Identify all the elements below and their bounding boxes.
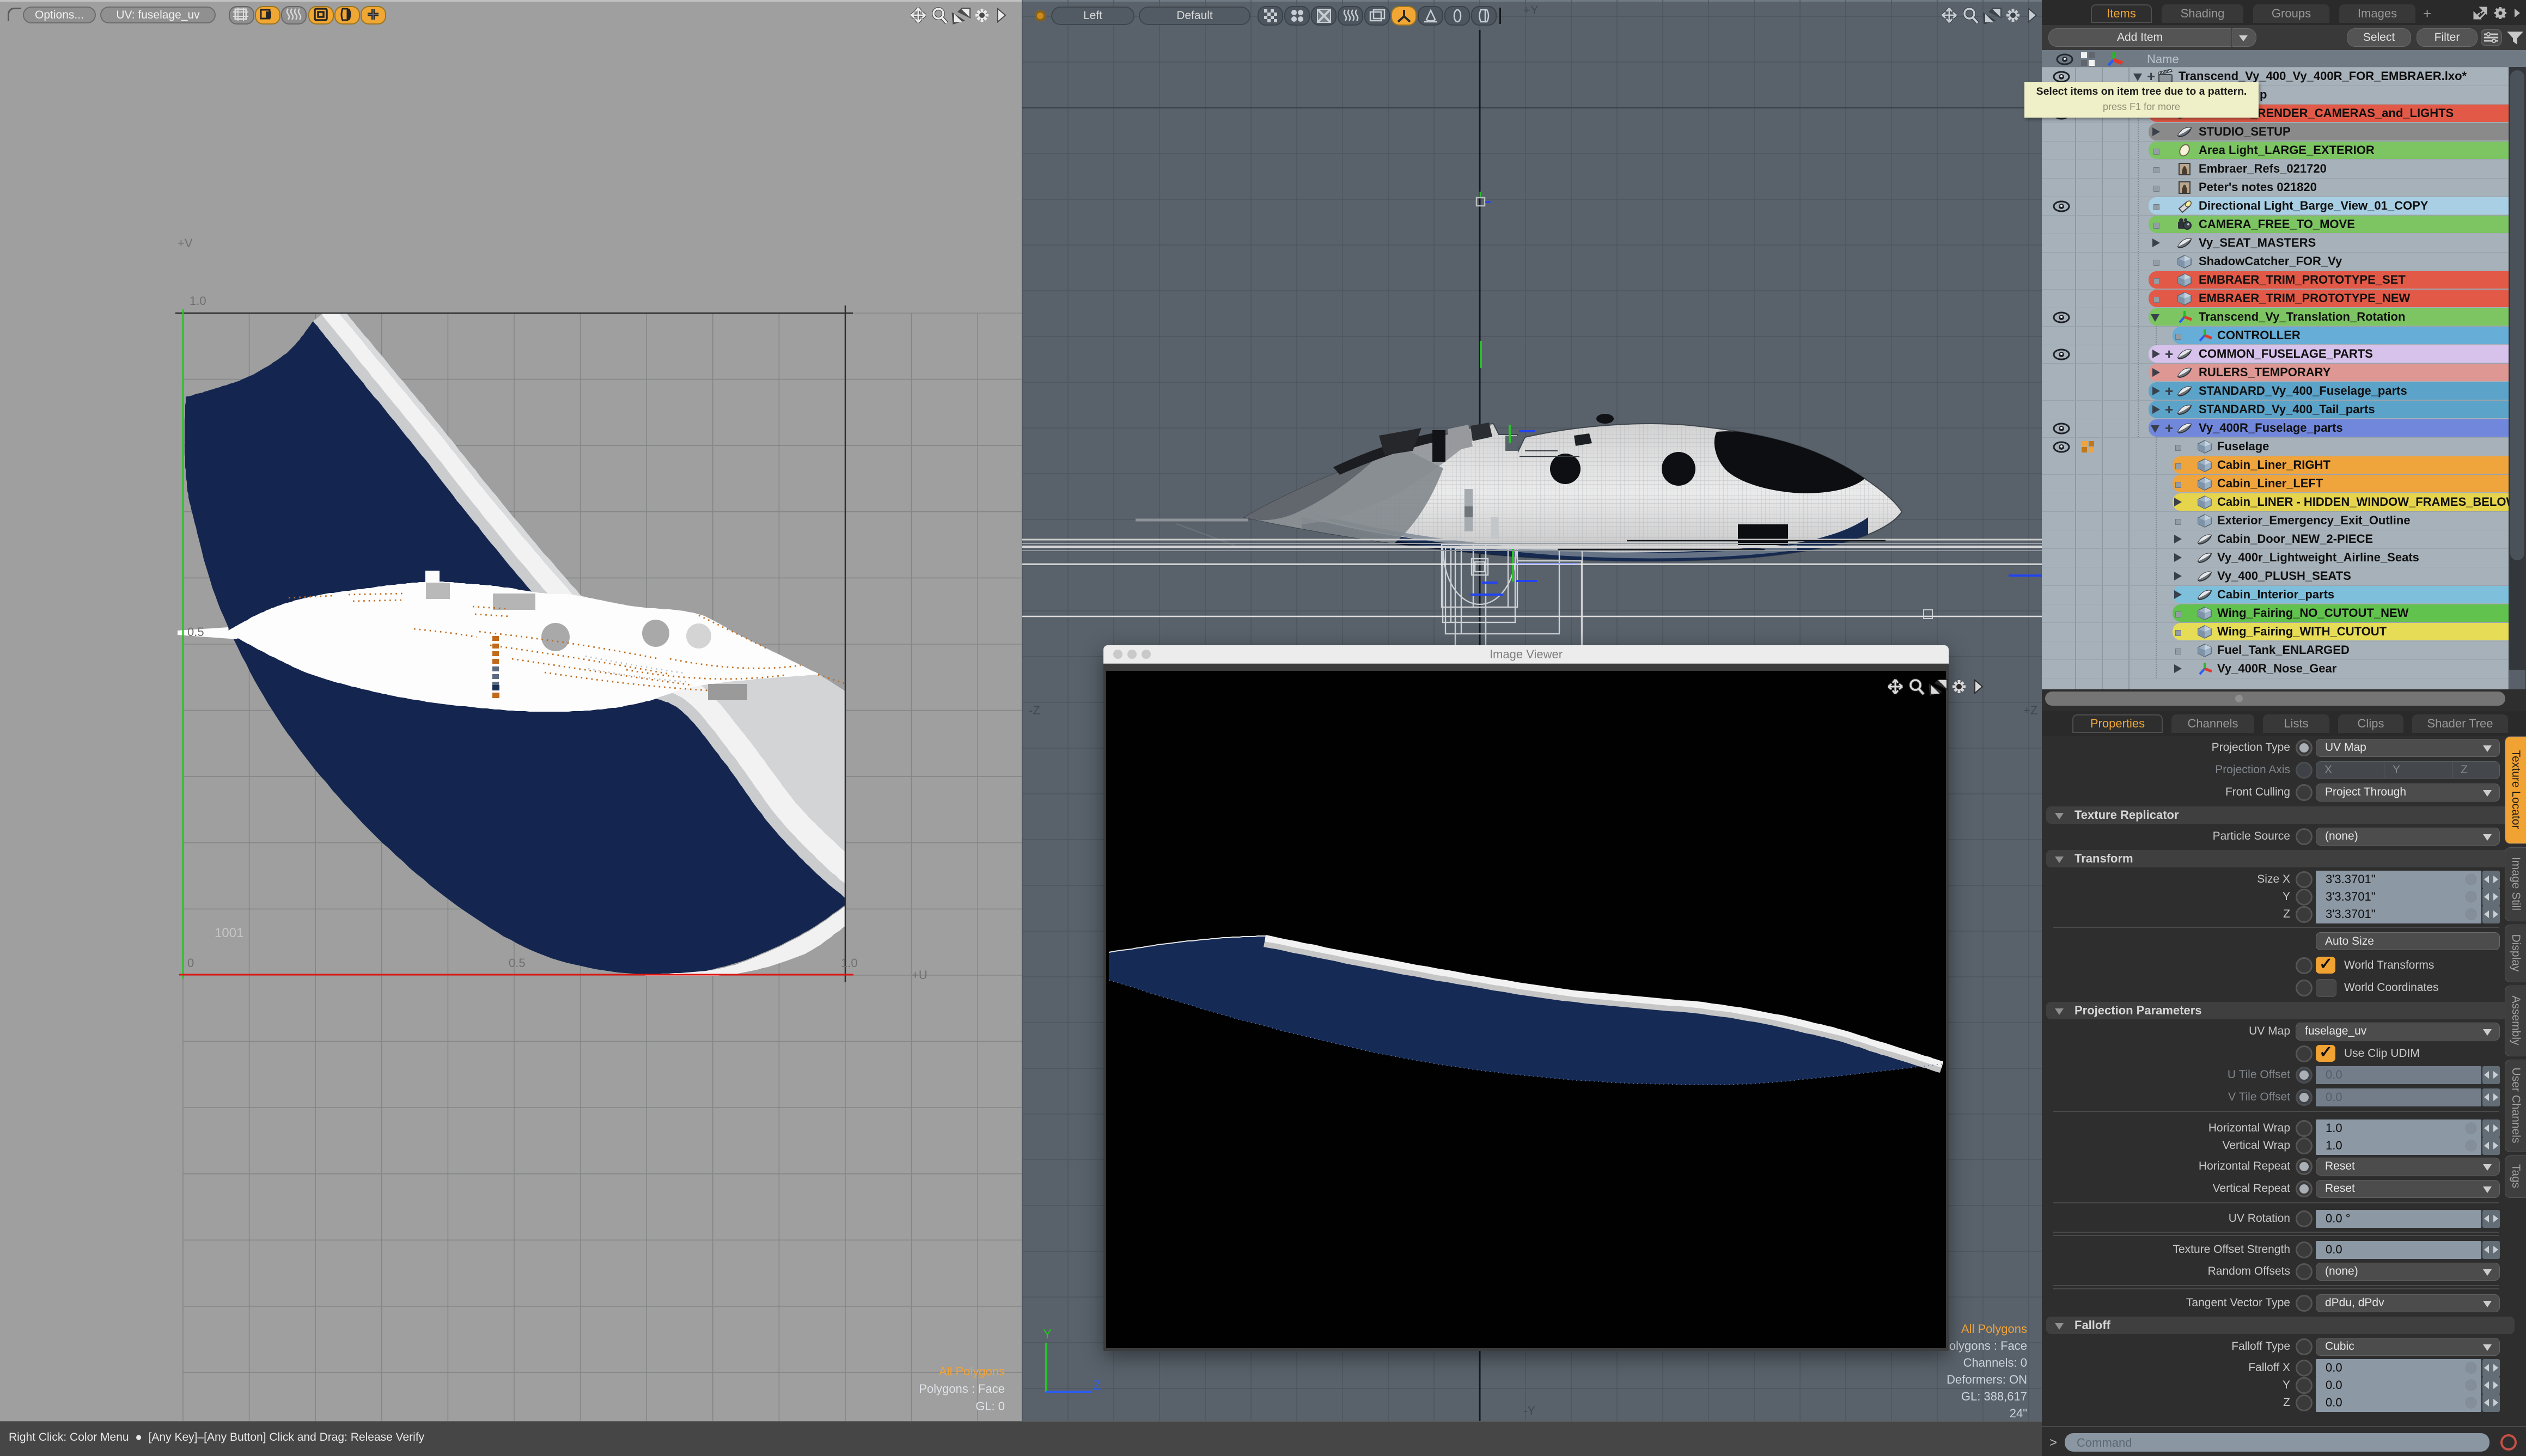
svg-text:Y: Y bbox=[1043, 1329, 1052, 1342]
svg-text:Z: Z bbox=[1093, 1378, 1101, 1393]
